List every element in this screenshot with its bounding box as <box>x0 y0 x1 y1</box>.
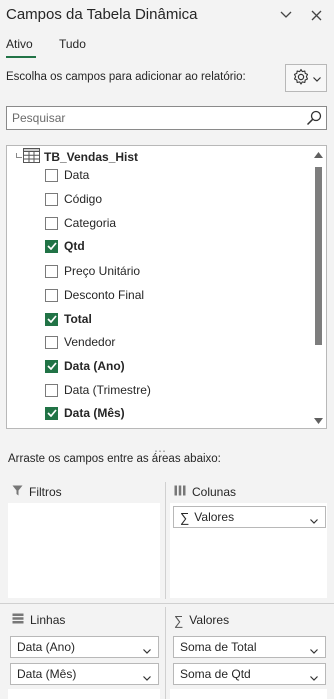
field-list: TB_Vendas_Hist Data Código Categoria Qtd… <box>6 145 327 429</box>
sigma-icon: ∑ <box>180 509 190 525</box>
field-item-codigo[interactable]: Código <box>45 191 102 207</box>
pill-label: Data (Mês) <box>17 667 77 681</box>
field-label: Data <box>64 168 90 182</box>
field-item-preco-unitario[interactable]: Preço Unitário <box>45 263 140 279</box>
active-tab-indicator <box>6 56 36 58</box>
field-item-desconto-final[interactable]: Desconto Final <box>45 287 144 303</box>
scrollbar-thumb[interactable] <box>315 167 322 345</box>
field-list-scrollbar[interactable] <box>311 146 326 428</box>
value-field-pill[interactable]: Soma de Qtd <box>173 663 326 685</box>
row-field-pill[interactable]: Data (Mês) <box>10 663 159 685</box>
filters-area-header: Filtros <box>12 483 62 501</box>
tab-tudo[interactable]: Tudo <box>59 37 86 51</box>
tab-ativo[interactable]: Ativo <box>6 37 33 51</box>
check-icon <box>46 362 57 370</box>
columns-drop-zone[interactable]: ∑ Valores <box>170 503 327 598</box>
field-label: Total <box>64 312 92 326</box>
check-icon <box>46 242 57 250</box>
field-label: Data (Trimestre) <box>64 383 151 397</box>
filters-drop-zone[interactable] <box>8 503 160 598</box>
field-checkbox[interactable] <box>45 239 58 253</box>
search-box[interactable] <box>6 106 327 130</box>
field-item-categoria[interactable]: Categoria <box>45 215 116 231</box>
pill-label: Soma de Qtd <box>180 667 251 681</box>
table-node[interactable]: TB_Vendas_Hist <box>11 148 139 166</box>
columns-area-header: Colunas <box>174 483 236 501</box>
tools-button[interactable] <box>285 64 327 92</box>
chevron-down-icon[interactable] <box>310 643 318 657</box>
field-checkbox[interactable] <box>45 192 58 206</box>
scroll-down-arrow-icon[interactable] <box>314 416 323 425</box>
field-label: Código <box>64 192 103 206</box>
field-item-data-trimestre[interactable]: Data (Trimestre) <box>45 382 151 398</box>
chevron-down-icon[interactable] <box>143 670 151 684</box>
rows-icon <box>12 613 24 627</box>
field-item-data[interactable]: Data <box>45 167 89 183</box>
area-row-divider <box>0 603 334 604</box>
field-checkbox[interactable] <box>45 359 58 373</box>
area-divider <box>165 482 166 599</box>
sigma-icon: ∑ <box>174 612 184 628</box>
filter-icon <box>12 485 23 499</box>
values-area-label: Valores <box>189 613 230 627</box>
field-label: Preço Unitário <box>64 264 141 278</box>
drag-instruction: Arraste os campos entre as áreas abaixo: <box>8 453 221 465</box>
values-area-header: ∑ Valores <box>174 611 229 629</box>
rows-area-header: Linhas <box>12 611 65 629</box>
field-item-qtd[interactable]: Qtd <box>45 238 85 254</box>
field-checkbox[interactable] <box>45 264 58 278</box>
field-label: Data (Ano) <box>64 359 125 373</box>
field-label: Categoria <box>64 216 117 230</box>
values-drop-zone[interactable] <box>170 689 327 699</box>
pill-label: Soma de Total <box>180 640 257 654</box>
field-label: Data (Mês) <box>64 406 125 420</box>
collapse-chevron-icon[interactable] <box>276 6 296 24</box>
chevron-down-icon[interactable] <box>310 513 318 527</box>
field-label: Vendedor <box>64 335 116 349</box>
scroll-up-arrow-icon[interactable] <box>314 150 323 159</box>
field-checkbox[interactable] <box>45 406 58 420</box>
table-icon <box>23 148 40 166</box>
field-checkbox[interactable] <box>45 288 58 302</box>
field-label: Desconto Final <box>64 288 145 302</box>
filters-area-label: Filtros <box>29 485 62 499</box>
search-icon[interactable] <box>306 110 322 129</box>
rows-area-label: Linhas <box>30 613 66 627</box>
chevron-down-icon[interactable] <box>143 643 151 657</box>
pane-title: Campos da Tabela Dinâmica <box>6 6 198 23</box>
close-icon[interactable] <box>306 6 326 24</box>
gear-icon <box>292 68 310 89</box>
rows-drop-zone[interactable] <box>8 689 160 699</box>
chevron-down-icon[interactable] <box>310 670 318 684</box>
field-checkbox[interactable] <box>45 383 58 397</box>
area-divider <box>165 607 166 699</box>
column-field-pill[interactable]: ∑ Valores <box>173 506 326 528</box>
field-checkbox[interactable] <box>45 168 58 182</box>
columns-icon <box>174 485 186 499</box>
field-item-vendedor[interactable]: Vendedor <box>45 334 115 350</box>
field-item-data-ano[interactable]: Data (Ano) <box>45 358 125 374</box>
check-icon <box>46 409 57 417</box>
field-checkbox[interactable] <box>45 216 58 230</box>
field-item-data-mes[interactable]: Data (Mês) <box>45 405 125 421</box>
field-checkbox[interactable] <box>45 335 58 349</box>
field-item-total[interactable]: Total <box>45 311 92 327</box>
table-name: TB_Vendas_Hist <box>44 150 139 164</box>
pill-label: Data (Ano) <box>17 640 76 654</box>
check-icon <box>46 315 57 323</box>
chevron-down-icon <box>312 71 321 85</box>
choose-fields-instruction: Escolha os campos para adicionar ao rela… <box>6 71 246 83</box>
tree-connector <box>11 149 23 165</box>
search-input[interactable] <box>7 107 297 129</box>
value-field-pill[interactable]: Soma de Total <box>173 636 326 658</box>
row-field-pill[interactable]: Data (Ano) <box>10 636 159 658</box>
pill-label: Valores <box>194 510 235 524</box>
columns-area-label: Colunas <box>192 485 237 499</box>
field-checkbox[interactable] <box>45 312 58 326</box>
field-label: Qtd <box>64 239 85 253</box>
